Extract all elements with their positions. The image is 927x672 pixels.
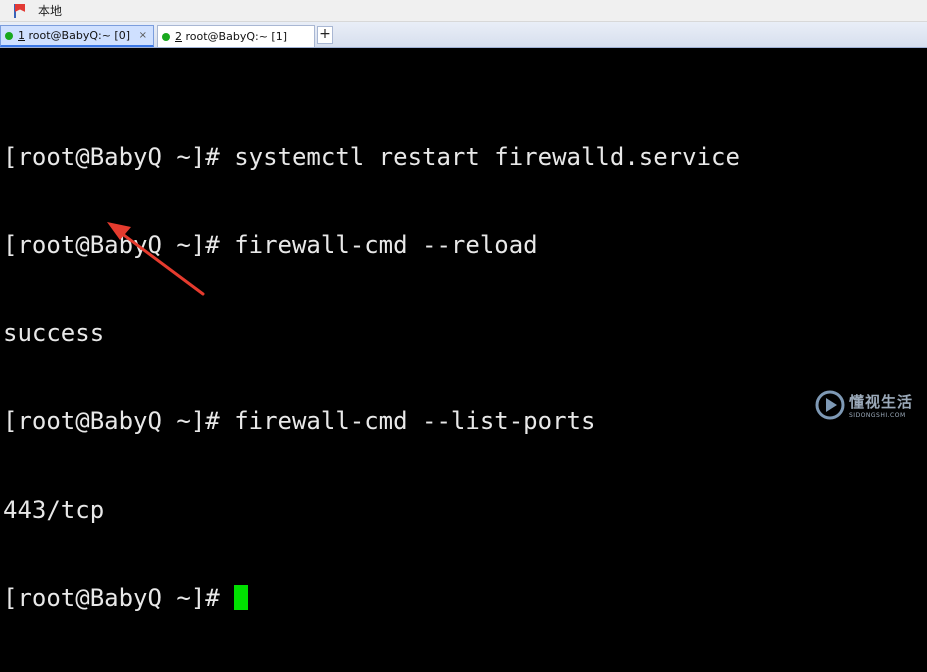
terminal-line: [root@BabyQ ~]# firewall-cmd --reload <box>3 231 538 260</box>
watermark: 懂视生活 SIDONGSHI.COM <box>815 388 925 422</box>
terminal-output: [root@BabyQ ~]# systemctl restart firewa… <box>3 84 740 672</box>
session-bar: 本地 <box>0 0 927 22</box>
terminal-cursor <box>233 584 248 610</box>
location-label[interactable]: 本地 <box>38 2 62 19</box>
tab-session-1[interactable]: 1 root@BabyQ:~ [0] × <box>0 25 154 47</box>
terminal-line: [root@BabyQ ~]# systemctl restart firewa… <box>3 142 740 171</box>
connected-status-icon <box>162 32 170 41</box>
terminal-line: 443/tcp <box>3 495 105 524</box>
terminal-line: [root@BabyQ ~]# firewall-cmd --list-port… <box>3 407 596 436</box>
terminal-area[interactable]: [root@BabyQ ~]# systemctl restart firewa… <box>0 48 927 612</box>
tab-label: 1 root@BabyQ:~ [0] <box>18 29 130 42</box>
watermark-text: 懂视生活 SIDONGSHI.COM <box>849 393 914 419</box>
tab-label: 2 root@BabyQ:~ [1] <box>175 30 287 43</box>
watermark-logo-icon <box>815 390 845 420</box>
tab-bar: 1 root@BabyQ:~ [0] × 2 root@BabyQ:~ [1] … <box>0 22 927 48</box>
connected-status-icon <box>5 31 13 40</box>
terminal-line: success <box>3 319 105 348</box>
close-icon[interactable]: × <box>139 30 147 41</box>
new-tab-button[interactable]: + <box>317 26 333 44</box>
bookmark-flag-icon[interactable] <box>12 3 28 19</box>
tab-session-2[interactable]: 2 root@BabyQ:~ [1] <box>157 25 315 47</box>
terminal-prompt-line: [root@BabyQ ~]# <box>3 584 740 613</box>
